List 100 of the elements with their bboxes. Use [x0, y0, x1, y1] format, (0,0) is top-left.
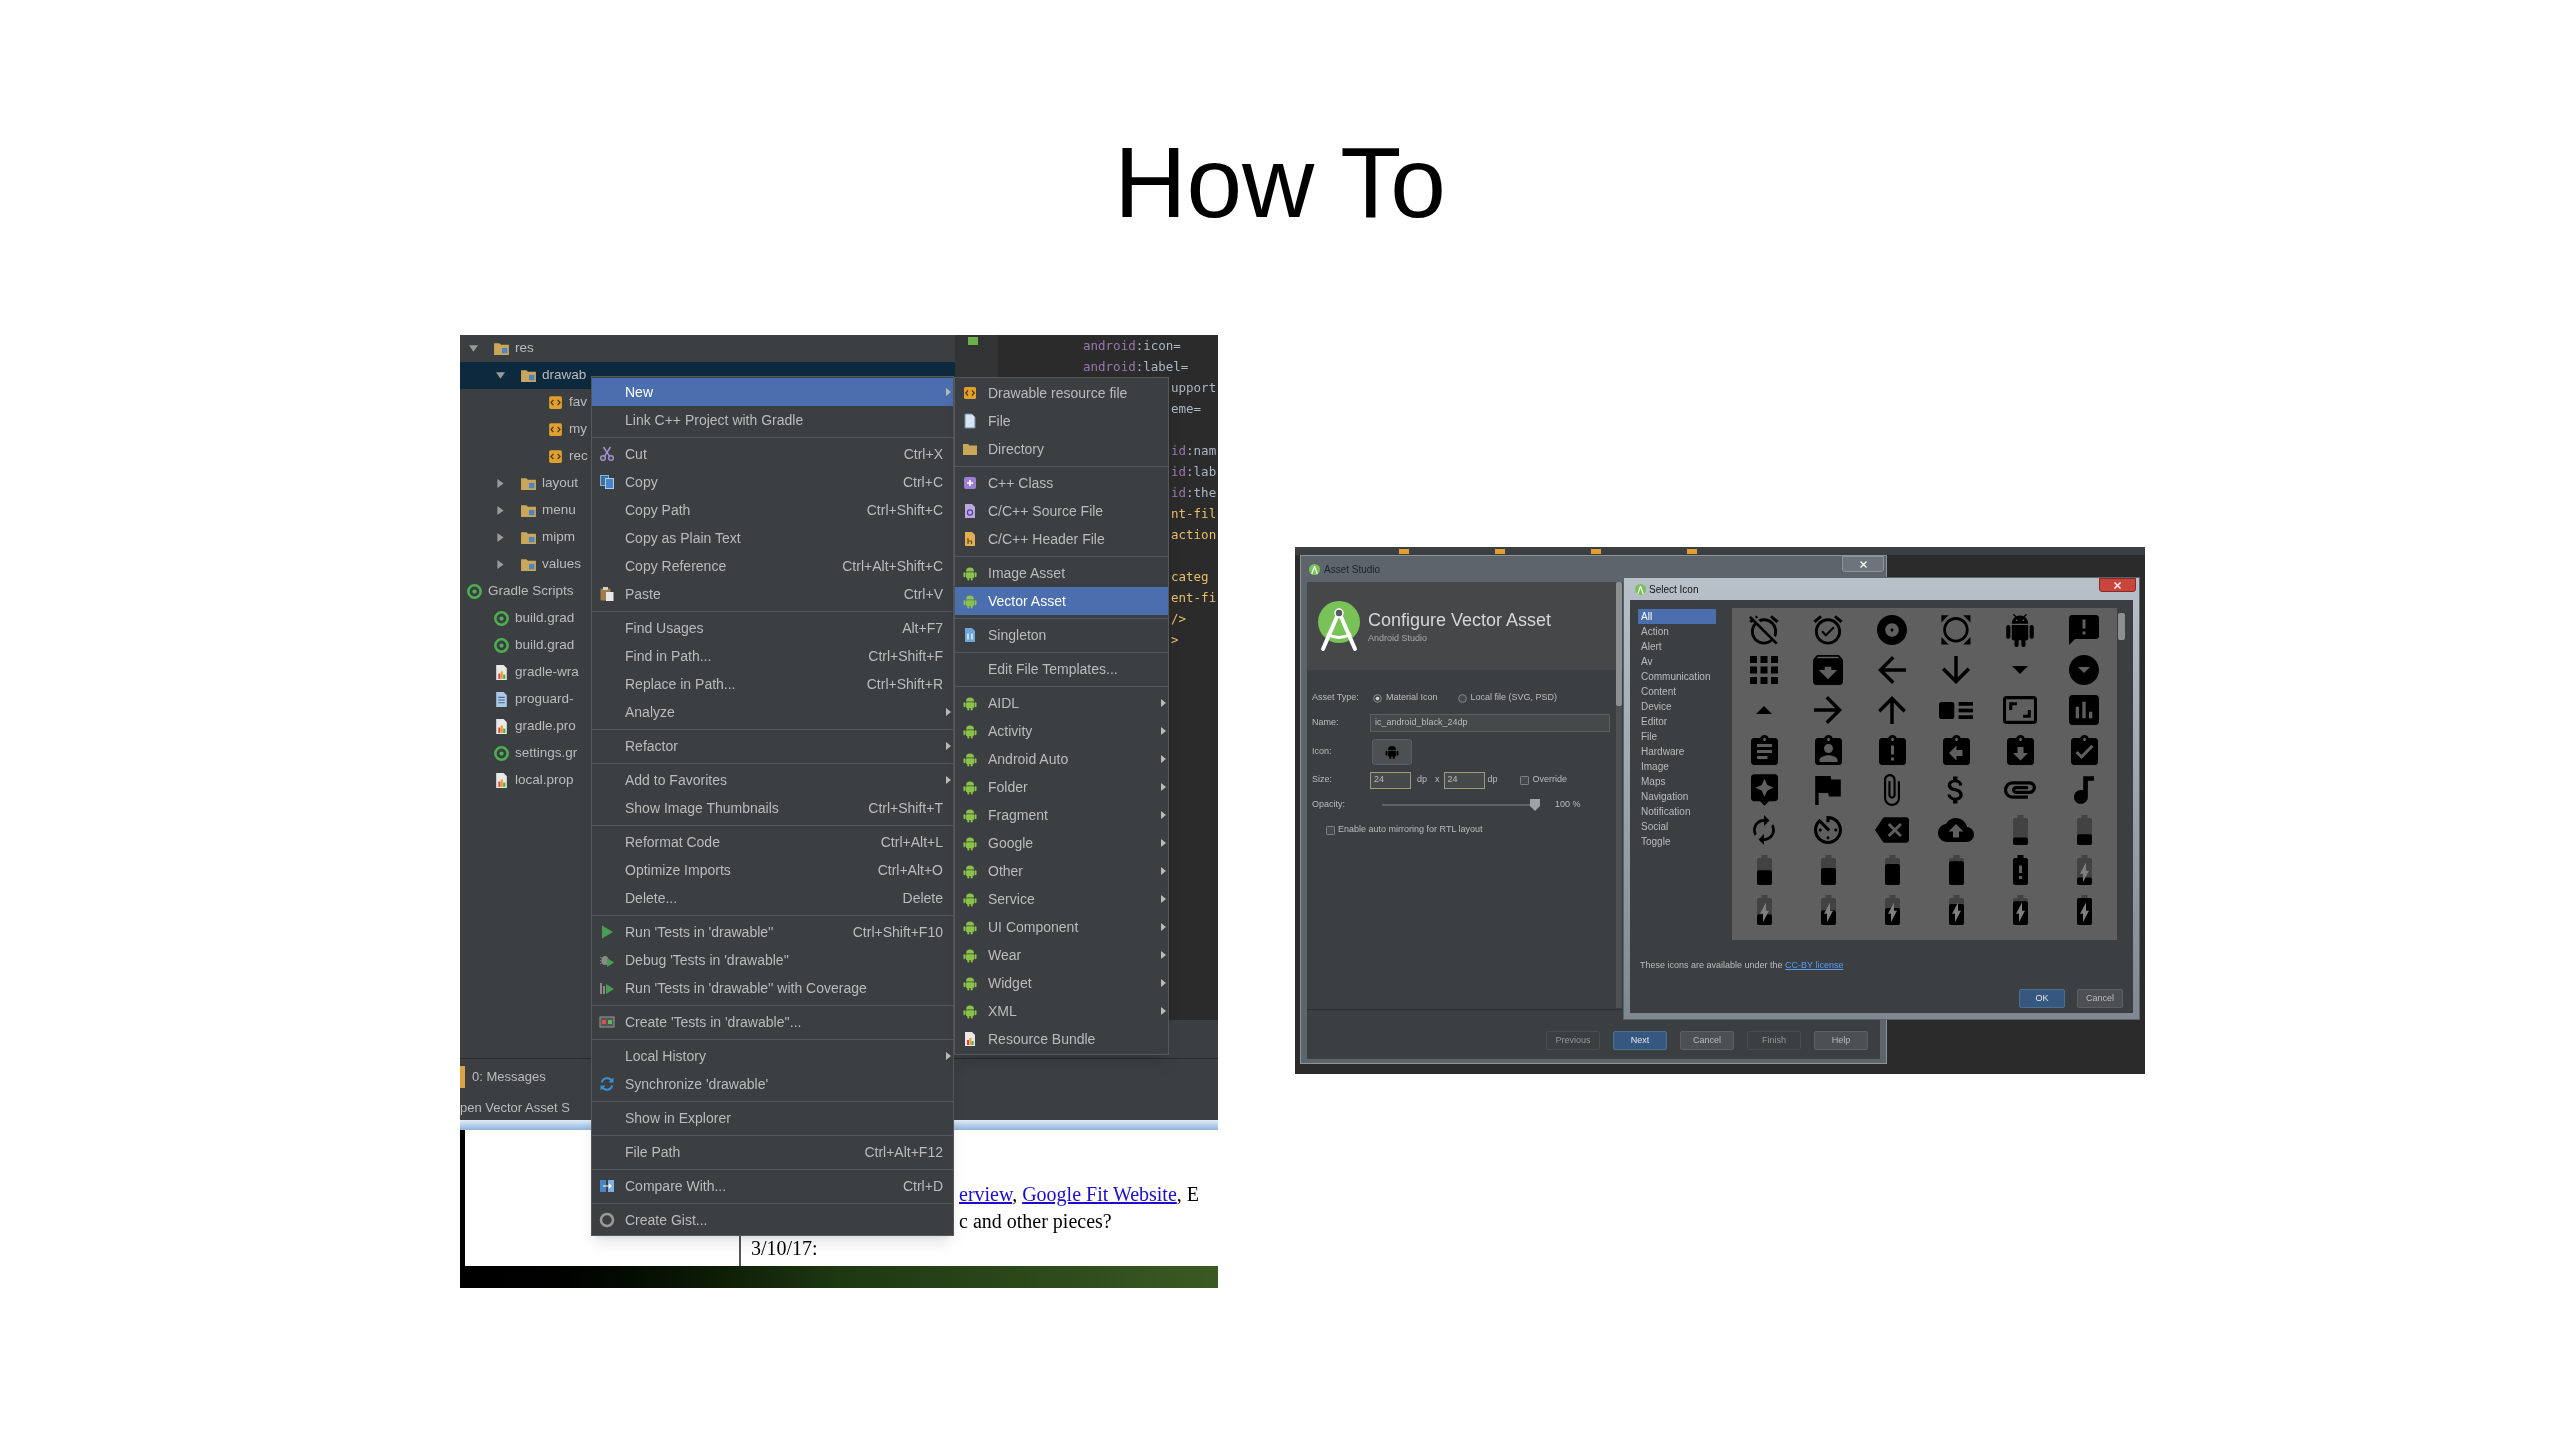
checkbox-option[interactable]: Enable auto mirroring for RTL layout	[1326, 823, 1483, 837]
scrollbar-thumb[interactable]	[2118, 613, 2125, 640]
command-entry[interactable]: Local History	[592, 1042, 953, 1070]
checkbox-option[interactable]: Override	[1519, 773, 1568, 787]
command-entry[interactable]: Link C++ Project with Gradle	[592, 406, 953, 434]
tree-item[interactable]: layout	[460, 470, 579, 497]
command-entry[interactable]: Google	[955, 829, 1168, 857]
license-link[interactable]: CC-BY license	[1785, 960, 1844, 970]
tree-item[interactable]: Gradle Scripts	[460, 578, 574, 605]
arrow-down-icon[interactable]	[1942, 656, 1970, 684]
wizard-button[interactable]: Cancel	[1680, 1031, 1734, 1050]
icon-button[interactable]	[1372, 738, 1412, 765]
opacity-slider[interactable]	[1382, 799, 1540, 811]
battery-icon[interactable]	[2076, 815, 2092, 845]
command-entry[interactable]: Wear	[955, 941, 1168, 969]
dollar-icon[interactable]	[1947, 776, 1965, 804]
command-entry[interactable]: File Path Ctrl+Alt+F12	[592, 1138, 953, 1166]
category-item[interactable]: File	[1638, 729, 1716, 744]
category-item[interactable]: Notification	[1638, 804, 1716, 819]
music-note-icon[interactable]	[2074, 776, 2094, 804]
clipboard-check-icon[interactable]	[2070, 735, 2098, 765]
battery-icon[interactable]	[2012, 815, 2028, 845]
command-entry[interactable]: Vector Asset	[955, 587, 1168, 615]
command-entry[interactable]: File	[955, 407, 1168, 435]
radio-option[interactable]: Local file (SVG, PSD)	[1457, 691, 1558, 705]
clipboard-person-icon[interactable]	[1814, 735, 1842, 765]
arrow-right-icon[interactable]	[1814, 696, 1842, 724]
file-tab-icon[interactable]	[1687, 548, 1697, 554]
command-entry[interactable]: Fragment	[955, 801, 1168, 829]
android-icon[interactable]	[2006, 613, 2034, 647]
messages-tab[interactable]: 0: Messages	[472, 1067, 546, 1087]
command-entry[interactable]: Show Image Thumbnails Ctrl+Shift+T	[592, 794, 953, 822]
command-entry[interactable]: Image Asset	[955, 559, 1168, 587]
command-entry[interactable]: Singleton	[955, 621, 1168, 649]
link[interactable]: erview	[959, 1183, 1013, 1205]
tree-item[interactable]: values	[460, 551, 582, 578]
category-item[interactable]: Content	[1638, 684, 1716, 699]
category-item[interactable]: Toggle	[1638, 834, 1716, 849]
command-entry[interactable]: Widget	[955, 969, 1168, 997]
command-entry[interactable]: Optimize Imports Ctrl+Alt+O	[592, 856, 953, 884]
command-entry[interactable]: Activity	[955, 717, 1168, 745]
tree-item[interactable]: local.prop	[460, 767, 574, 794]
height-field[interactable]: 24	[1443, 771, 1485, 789]
focus-frame-icon[interactable]	[1941, 615, 1971, 645]
command-entry[interactable]: Delete... Delete	[592, 884, 953, 912]
tree-item[interactable]: settings.gr	[460, 740, 578, 767]
tree-item[interactable]: gradle-wra	[460, 659, 579, 686]
cloud-upload-icon[interactable]	[1938, 818, 1974, 842]
command-entry[interactable]: Create Gist...	[592, 1206, 953, 1234]
command-entry[interactable]: Compare With... Ctrl+D	[592, 1172, 953, 1200]
alert-bubble-icon[interactable]	[2069, 615, 2099, 645]
battery-icon[interactable]	[1948, 855, 1964, 885]
tree-item[interactable]: proguard-	[460, 686, 574, 713]
command-entry[interactable]: Reformat Code Ctrl+Alt+L	[592, 828, 953, 856]
timer-icon[interactable]	[1814, 816, 1842, 844]
tree-item[interactable]: rec	[460, 443, 588, 470]
tree-item[interactable]: res	[460, 335, 534, 362]
command-entry[interactable]: Run 'Tests in 'drawable'' Ctrl+Shift+F10	[592, 918, 953, 946]
command-entry[interactable]: C/C++ Header File	[955, 525, 1168, 553]
star-bubble-icon[interactable]	[1750, 774, 1778, 806]
command-entry[interactable]: Replace in Path... Ctrl+Shift+R	[592, 670, 953, 698]
caret-down-icon[interactable]	[469, 344, 478, 353]
caret-right-icon[interactable]	[496, 506, 505, 515]
file-tab-icon[interactable]	[1495, 548, 1505, 554]
battery-icon[interactable]	[1884, 855, 1900, 885]
category-item[interactable]: Navigation	[1638, 789, 1716, 804]
flag-icon[interactable]	[1815, 775, 1841, 805]
command-entry[interactable]: Cut Ctrl+X	[592, 440, 953, 468]
clipboard-arrow-down-icon[interactable]	[2006, 735, 2034, 765]
tree-item[interactable]: my	[460, 416, 587, 443]
command-entry[interactable]: Show in Explorer	[592, 1104, 953, 1132]
radio-option[interactable]: Material Icon	[1373, 691, 1438, 705]
close-button[interactable]	[1842, 556, 1884, 572]
command-entry[interactable]: Edit File Templates...	[955, 655, 1168, 683]
backspace-icon[interactable]	[1875, 817, 1909, 843]
clipboard-alert-icon[interactable]	[1878, 735, 1906, 765]
dialog-button[interactable]: Cancel	[2077, 989, 2123, 1008]
battery-icon[interactable]	[1756, 855, 1772, 885]
bar-chart-icon[interactable]	[2069, 695, 2099, 725]
archive-icon[interactable]	[1813, 655, 1843, 685]
battery-charging-icon[interactable]	[1948, 895, 1964, 925]
battery-charging-icon[interactable]	[1884, 895, 1900, 925]
alarm-off-icon[interactable]	[1748, 614, 1780, 646]
battery-icon[interactable]	[1820, 855, 1836, 885]
battery-alert-icon[interactable]	[2012, 855, 2028, 885]
caret-right-icon[interactable]	[496, 560, 505, 569]
command-entry[interactable]: Debug 'Tests in 'drawable''	[592, 946, 953, 974]
square-with-bars-icon[interactable]	[1939, 701, 1973, 719]
category-item[interactable]: Action	[1638, 624, 1716, 639]
tree-item[interactable]: fav	[460, 389, 587, 416]
tree-item[interactable]: menu	[460, 497, 576, 524]
category-item[interactable]: Alert	[1638, 639, 1716, 654]
command-entry[interactable]: Service	[955, 885, 1168, 913]
command-entry[interactable]: Synchronize 'drawable'	[592, 1070, 953, 1098]
aspect-ratio-icon[interactable]	[2003, 696, 2037, 724]
caret-right-icon[interactable]	[496, 479, 505, 488]
circle-caret-down-icon[interactable]	[2069, 655, 2099, 685]
grid-icon[interactable]	[1750, 656, 1778, 684]
command-entry[interactable]: Analyze	[592, 698, 953, 726]
category-item[interactable]: Image	[1638, 759, 1716, 774]
